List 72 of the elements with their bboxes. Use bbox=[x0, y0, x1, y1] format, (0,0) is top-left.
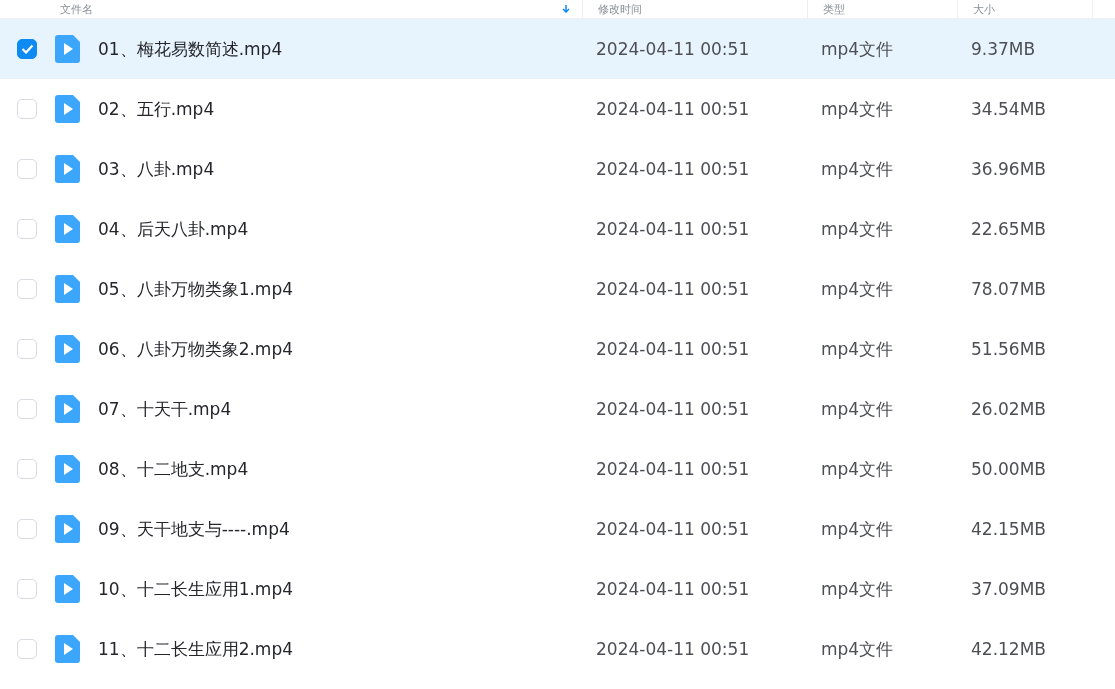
video-file-icon bbox=[55, 635, 80, 663]
column-header[interactable]: 修改时间 bbox=[598, 1, 642, 17]
file-type: mp4文件 bbox=[821, 97, 895, 121]
file-row[interactable]: 02、五行.mp4 2024-04-11 00:51 mp4文件 34.54MB bbox=[0, 79, 1115, 139]
video-file-icon bbox=[55, 95, 80, 123]
file-size: 37.09MB bbox=[971, 579, 1047, 599]
file-row[interactable]: 05、八卦万物类象1.mp4 2024-04-11 00:51 mp4文件 78.07MB bbox=[0, 259, 1115, 319]
column-header[interactable]: 大小 bbox=[973, 1, 995, 17]
file-size: 9.37MB bbox=[971, 39, 1037, 59]
video-file-icon bbox=[55, 455, 80, 483]
file-row[interactable]: 04、后天八卦.mp4 2024-04-11 00:51 mp4文件 22.65MB bbox=[0, 199, 1115, 259]
file-type: mp4文件 bbox=[821, 277, 895, 301]
modified-time: 2024-04-11 00:51 bbox=[596, 519, 751, 539]
file-row[interactable]: 10、十二长生应用1.mp4 2024-04-11 00:51 mp4文件 37.09MB bbox=[0, 559, 1115, 619]
file-name: 07、十天干.mp4 bbox=[98, 397, 233, 421]
file-size: 36.96MB bbox=[971, 159, 1047, 179]
modified-time: 2024-04-11 00:51 bbox=[596, 159, 751, 179]
modified-time: 2024-04-11 00:51 bbox=[596, 99, 751, 119]
file-row[interactable]: 06、八卦万物类象2.mp4 2024-04-11 00:51 mp4文件 51.56MB bbox=[0, 319, 1115, 379]
file-name: 10、十二长生应用1.mp4 bbox=[98, 577, 295, 601]
file-type: mp4文件 bbox=[821, 397, 895, 421]
video-file-icon bbox=[55, 395, 80, 423]
video-file-icon bbox=[55, 35, 80, 63]
modified-time: 2024-04-11 00:51 bbox=[596, 279, 751, 299]
video-file-icon bbox=[55, 275, 80, 303]
file-type: mp4文件 bbox=[821, 517, 895, 541]
column-header[interactable]: 类型 bbox=[823, 1, 845, 17]
file-row[interactable]: 08、十二地支.mp4 2024-04-11 00:51 mp4文件 50.00MB bbox=[0, 439, 1115, 499]
file-row[interactable]: 11、十二长生应用2.mp4 2024-04-11 00:51 mp4文件 42.12MB bbox=[0, 619, 1115, 679]
file-size: 78.07MB bbox=[971, 279, 1047, 299]
video-file-icon bbox=[55, 215, 80, 243]
file-name: 08、十二地支.mp4 bbox=[98, 457, 250, 481]
file-name: 09、天干地支与----.mp4 bbox=[98, 517, 291, 541]
file-type: mp4文件 bbox=[821, 217, 895, 241]
file-size: 42.12MB bbox=[971, 639, 1047, 659]
video-file-icon bbox=[55, 515, 80, 543]
file-name: 06、八卦万物类象2.mp4 bbox=[98, 337, 295, 361]
file-type: mp4文件 bbox=[821, 157, 895, 181]
checkbox[interactable] bbox=[17, 39, 37, 59]
file-size: 34.54MB bbox=[971, 99, 1047, 119]
file-size: 22.65MB bbox=[971, 219, 1047, 239]
file-type: mp4文件 bbox=[821, 37, 895, 61]
sort-arrow-icon[interactable] bbox=[562, 5, 570, 13]
file-size: 42.15MB bbox=[971, 519, 1047, 539]
file-size: 50.00MB bbox=[971, 459, 1047, 479]
video-file-icon bbox=[55, 155, 80, 183]
file-name: 04、后天八卦.mp4 bbox=[98, 217, 250, 241]
file-type: mp4文件 bbox=[821, 637, 895, 661]
modified-time: 2024-04-11 00:51 bbox=[596, 459, 751, 479]
file-size: 51.56MB bbox=[971, 339, 1047, 359]
file-name: 02、五行.mp4 bbox=[98, 97, 216, 121]
checkmark-icon bbox=[20, 44, 34, 54]
file-row[interactable]: 07、十天干.mp4 2024-04-11 00:51 mp4文件 26.02MB bbox=[0, 379, 1115, 439]
modified-time: 2024-04-11 00:51 bbox=[596, 399, 751, 419]
file-row[interactable]: 03、八卦.mp4 2024-04-11 00:51 mp4文件 36.96MB bbox=[0, 139, 1115, 199]
modified-time: 2024-04-11 00:51 bbox=[596, 39, 751, 59]
modified-time: 2024-04-11 00:51 bbox=[596, 639, 751, 659]
file-type: mp4文件 bbox=[821, 337, 895, 361]
modified-time: 2024-04-11 00:51 bbox=[596, 339, 751, 359]
file-name: 03、八卦.mp4 bbox=[98, 157, 216, 181]
file-size: 26.02MB bbox=[971, 399, 1047, 419]
modified-time: 2024-04-11 00:51 bbox=[596, 219, 751, 239]
file-type: mp4文件 bbox=[821, 577, 895, 601]
video-file-icon bbox=[55, 335, 80, 363]
file-name: 05、八卦万物类象1.mp4 bbox=[98, 277, 295, 301]
modified-time: 2024-04-11 00:51 bbox=[596, 579, 751, 599]
file-name: 01、梅花易数简述.mp4 bbox=[98, 37, 284, 61]
file-row[interactable]: 09、天干地支与----.mp4 2024-04-11 00:51 mp4文件 42.15MB bbox=[0, 499, 1115, 559]
file-row[interactable]: 01、梅花易数简述.mp4 2024-04-11 00:51 mp4文件 9.37MB bbox=[0, 19, 1115, 79]
video-file-icon bbox=[55, 575, 80, 603]
file-name: 11、十二长生应用2.mp4 bbox=[98, 637, 295, 661]
file-type: mp4文件 bbox=[821, 457, 895, 481]
